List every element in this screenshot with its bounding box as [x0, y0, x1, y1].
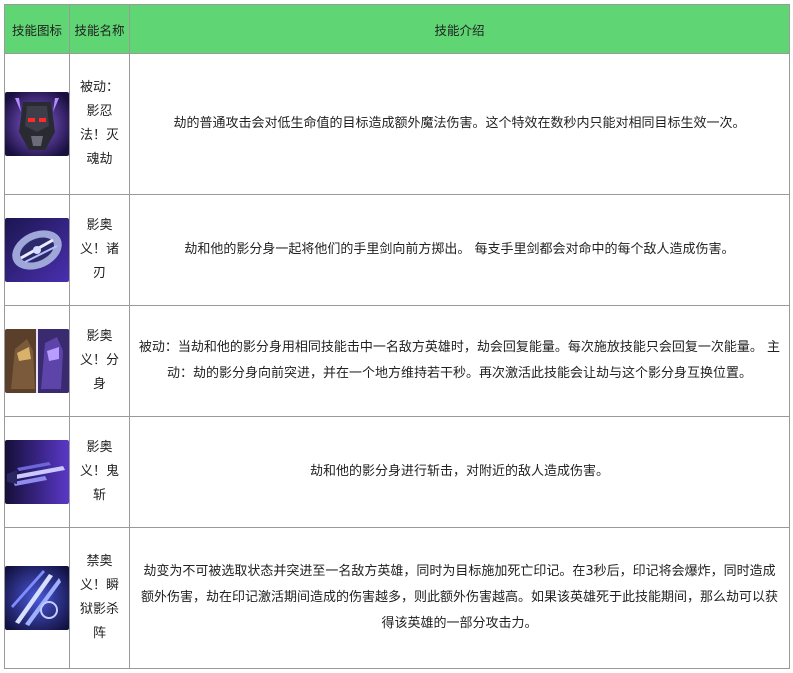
- skill-name: 影奥义！诸刃: [69, 194, 130, 306]
- skill-description: 劫和他的影分身一起将他们的手里剑向前方掷出。 每支手里剑都会对命中的每个敌人造成…: [129, 194, 790, 306]
- skills-table: 技能图标 技能名称 技能介绍 被动：影忍法！灭魂劫 劫的普通攻击会对低生命值的目…: [4, 4, 790, 669]
- shadow-mask-icon: [5, 92, 69, 156]
- table-row: 影奥义！诸刃 劫和他的影分身一起将他们的手里剑向前方掷出。 每支手里剑都会对命中…: [4, 194, 790, 306]
- blade-slash-icon: [5, 440, 69, 504]
- header-description-column: 技能介绍: [129, 4, 790, 54]
- skill-name: 影奥义！分身: [69, 305, 130, 417]
- table-row: 影奥义！分身 被动：当劫和他的影分身用相同技能击中一名敌方英雄时，劫会回复能量。…: [4, 305, 790, 417]
- shadow-clone-icon: [5, 329, 69, 393]
- skill-description: 劫和他的影分身进行斩击，对附近的敌人造成伤害。: [129, 416, 790, 528]
- skill-name: 被动：影忍法！灭魂劫: [69, 53, 130, 195]
- header-icon-column: 技能图标: [4, 4, 70, 54]
- header-name-column: 技能名称: [69, 4, 130, 54]
- skill-name: 禁奥义！瞬狱影杀阵: [69, 527, 130, 669]
- skill-description: 劫的普通攻击会对低生命值的目标造成额外魔法伤害。这个特效在数秒内只能对相同目标生…: [129, 53, 790, 195]
- table-row: 影奥义！鬼斩 劫和他的影分身进行斩击，对附近的敌人造成伤害。: [4, 416, 790, 528]
- skill-name: 影奥义！鬼斩: [69, 416, 130, 528]
- death-mark-icon: [5, 566, 69, 630]
- skill-description: 劫变为不可被选取状态并突进至一名敌方英雄，同时为目标施加死亡印记。在3秒后，印记…: [129, 527, 790, 669]
- skill-description: 被动：当劫和他的影分身用相同技能击中一名敌方英雄时，劫会回复能量。每次施放技能只…: [129, 305, 790, 417]
- table-row: 被动：影忍法！灭魂劫 劫的普通攻击会对低生命值的目标造成额外魔法伤害。这个特效在…: [4, 53, 790, 195]
- header-row: 技能图标 技能名称 技能介绍: [4, 4, 790, 54]
- shuriken-icon: [5, 218, 69, 282]
- table-row: 禁奥义！瞬狱影杀阵 劫变为不可被选取状态并突进至一名敌方英雄，同时为目标施加死亡…: [4, 527, 790, 669]
